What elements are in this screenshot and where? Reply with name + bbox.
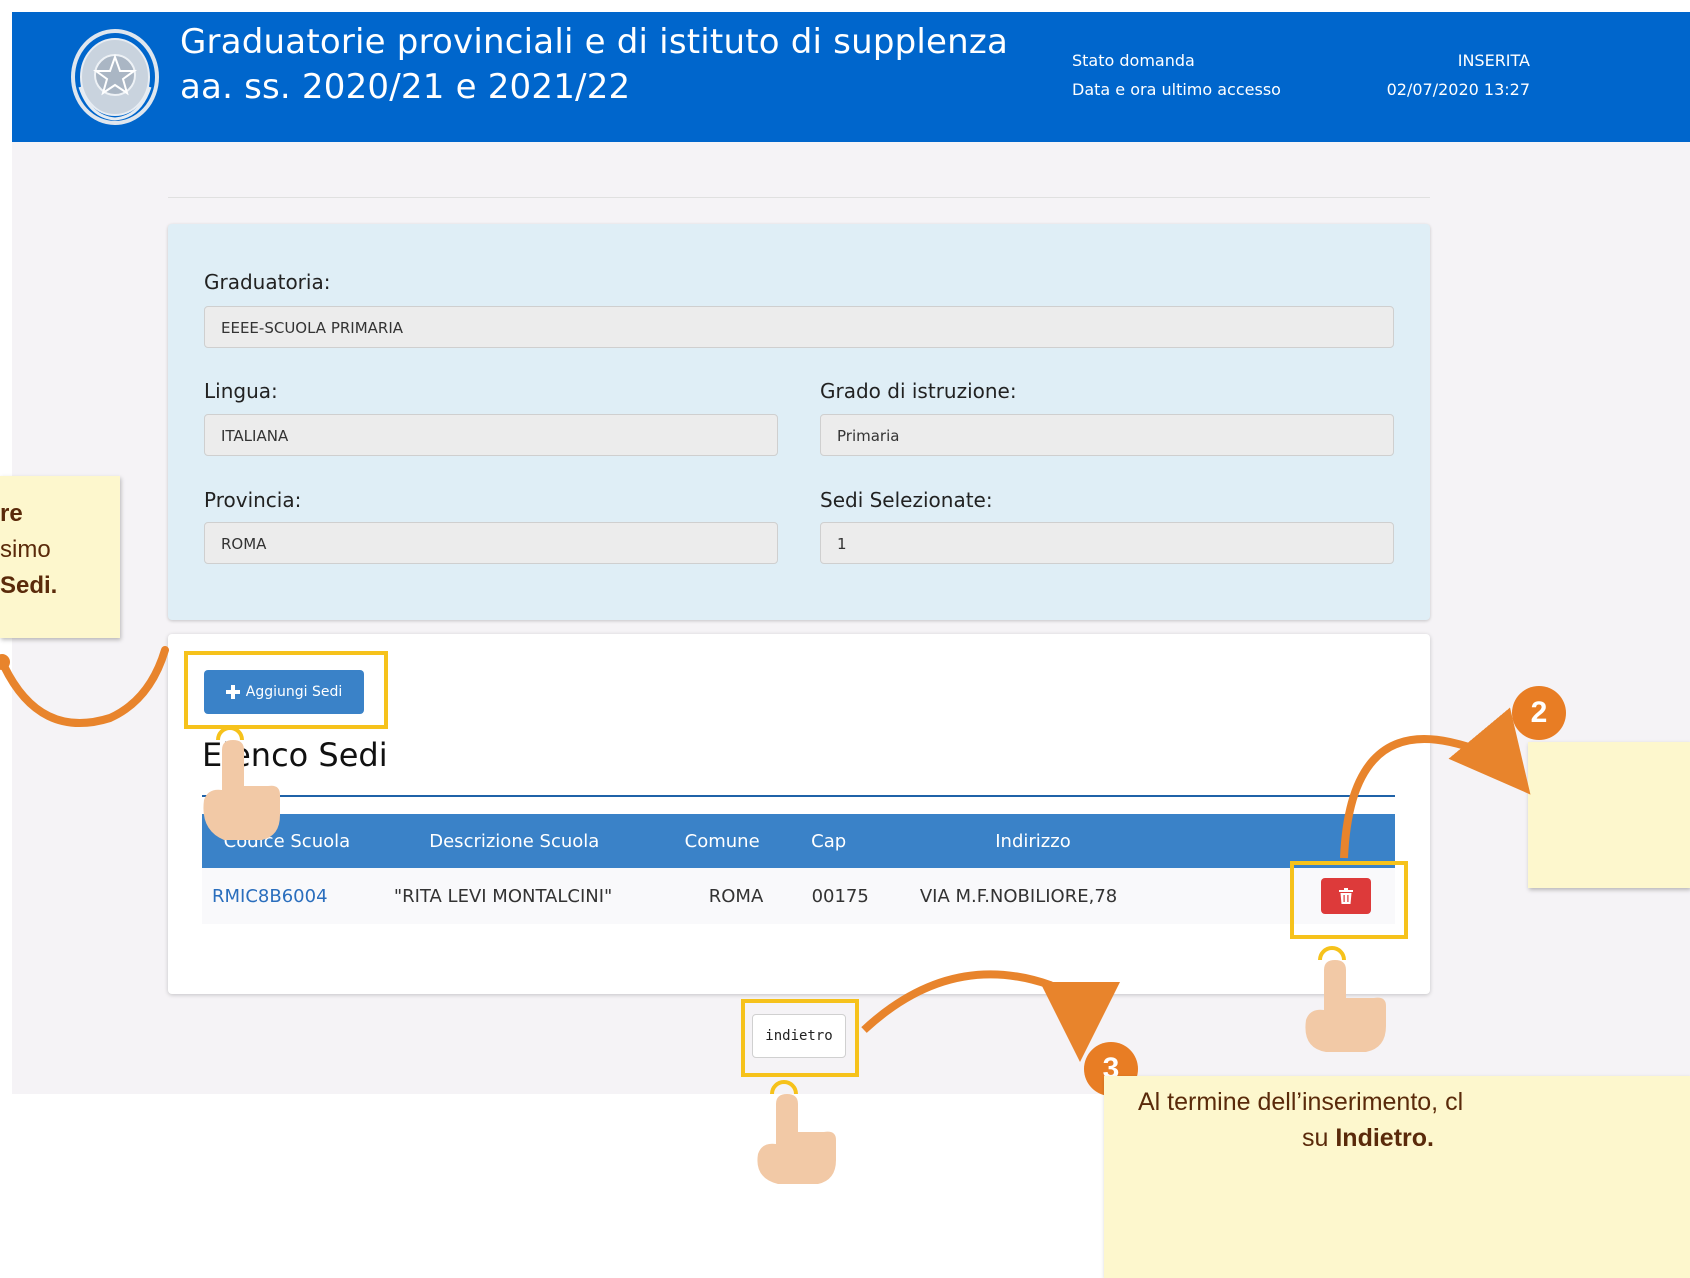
arrow1-dot — [0, 654, 10, 670]
sedi-selezionate-field: 1 — [820, 522, 1394, 564]
italian-republic-emblem-icon — [71, 29, 159, 125]
note3-line2: su Indietro. — [1104, 1120, 1690, 1156]
add-sedi-highlight — [184, 651, 388, 729]
step1-note: re simo Sedi. — [0, 476, 120, 638]
cell-comune: ROMA — [656, 868, 788, 924]
note3-prefix: su — [1302, 1124, 1336, 1152]
last-access-label: Data e ora ultimo accesso — [1072, 80, 1281, 99]
note1-line1: re — [0, 500, 23, 527]
back-highlight — [741, 999, 859, 1077]
header-bar: Graduatorie provinciali e di istituto di… — [12, 12, 1690, 142]
provincia-field: ROMA — [204, 522, 778, 564]
status-labels: Stato domanda Data e ora ultimo accesso — [1072, 46, 1281, 104]
graduatoria-label: Graduatoria: — [204, 270, 331, 294]
step2-note — [1528, 742, 1690, 888]
grado-istruzione-label: Grado di istruzione: — [820, 379, 1017, 403]
school-code-link[interactable]: RMIC8B6004 — [212, 886, 328, 907]
lingua-label: Lingua: — [204, 379, 278, 403]
status-value: INSERITA — [1457, 51, 1530, 70]
page-title: Graduatorie provinciali e di istituto di… — [180, 20, 1008, 110]
cell-indirizzo: VIA M.F.NOBILIORE,78 — [869, 868, 1197, 924]
table-header-row: Codice Scuola Descrizione Scuola Comune … — [202, 814, 1395, 868]
pointing-hand-icon — [757, 1080, 836, 1184]
note1-line2: simo — [0, 536, 51, 563]
provincia-label: Provincia: — [204, 488, 302, 512]
column-header-indirizzo: Indirizzo — [869, 814, 1197, 868]
note3-line1: Al termine dell’inserimento, cl — [1138, 1088, 1464, 1116]
graduatoria-field: EEEE-SCUOLA PRIMARIA — [204, 306, 1394, 348]
separator-line — [168, 197, 1430, 198]
cell-codice: RMIC8B6004 — [202, 868, 372, 924]
title-underline — [202, 795, 1395, 797]
column-header-comune: Comune — [656, 814, 788, 868]
step3-note: Al termine dell’inserimento, cl su Indie… — [1104, 1076, 1690, 1278]
column-header-actions — [1196, 814, 1395, 868]
last-access-value: 02/07/2020 13:27 — [1386, 80, 1530, 99]
note1-line3: Sedi. — [0, 572, 58, 599]
cell-descrizione: "RITA LEVI MONTALCINI" — [371, 868, 657, 924]
sedi-selezionate-label: Sedi Selezionate: — [820, 488, 993, 512]
title-line-2: aa. ss. 2020/21 e 2021/22 — [180, 67, 631, 107]
column-header-descrizione: Descrizione Scuola — [371, 814, 657, 868]
sedi-list-title: Elenco Sedi — [202, 736, 388, 774]
delete-highlight — [1290, 861, 1408, 939]
cell-cap: 00175 — [787, 868, 870, 924]
sedi-table: Codice Scuola Descrizione Scuola Comune … — [202, 814, 1395, 924]
note3-bold: Indietro. — [1335, 1124, 1434, 1152]
column-header-codice: Codice Scuola — [202, 814, 372, 868]
step2-badge: 2 — [1512, 686, 1566, 740]
application-details-card: Graduatoria: EEEE-SCUOLA PRIMARIA Lingua… — [168, 224, 1430, 620]
status-label: Stato domanda — [1072, 51, 1195, 70]
table-row: RMIC8B6004 "RITA LEVI MONTALCINI" ROMA 0… — [202, 868, 1395, 924]
grado-istruzione-field: Primaria — [820, 414, 1394, 456]
status-values: INSERITA 02/07/2020 13:27 — [1387, 46, 1530, 104]
title-line-1: Graduatorie provinciali e di istituto di… — [180, 22, 1008, 62]
column-header-cap: Cap — [787, 814, 870, 868]
lingua-field: ITALIANA — [204, 414, 778, 456]
